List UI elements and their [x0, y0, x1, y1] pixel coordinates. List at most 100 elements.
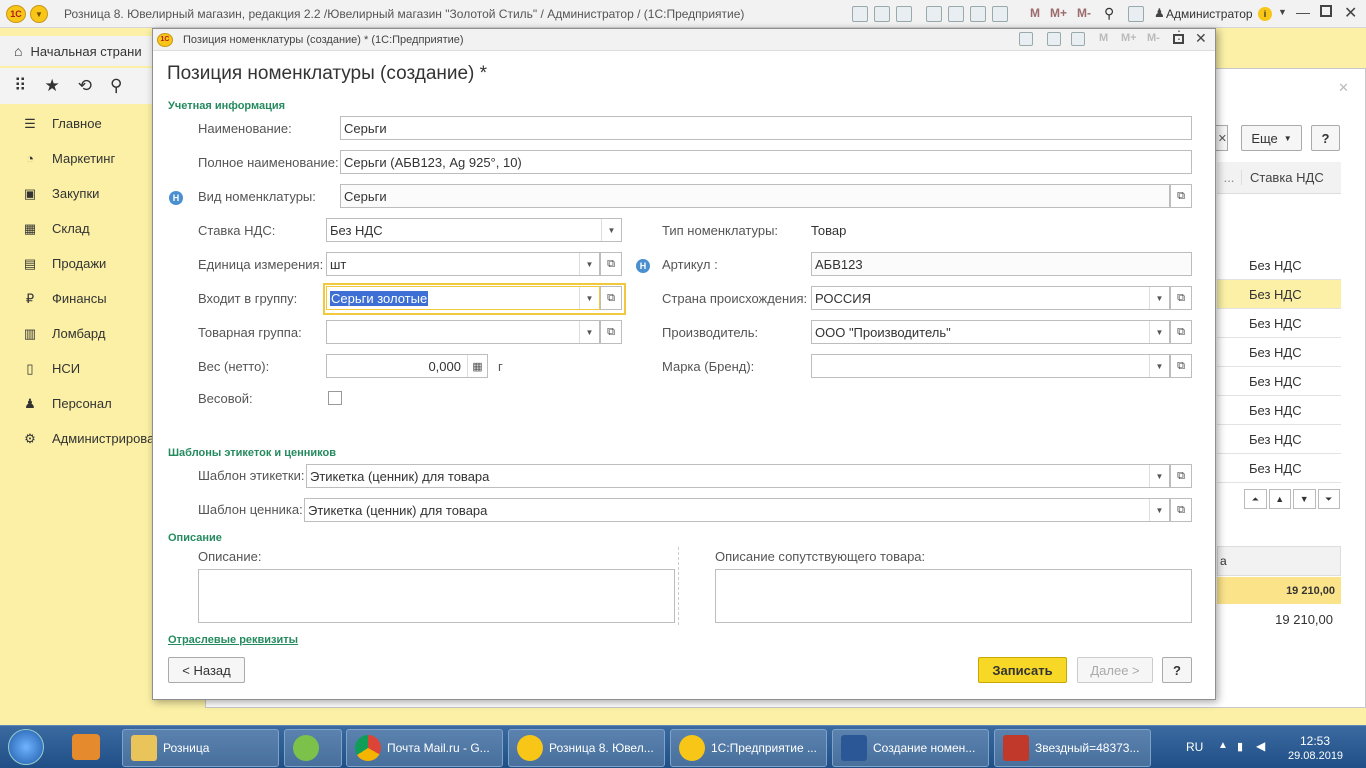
dialog-memory-mplus-button[interactable]: M+ — [1121, 32, 1137, 44]
table-row[interactable]: Без НДС — [1217, 309, 1341, 338]
task-messenger[interactable] — [284, 729, 342, 767]
search-icon[interactable]: ⚲ — [110, 76, 122, 96]
save-icon[interactable] — [852, 6, 868, 22]
dialog-close-icon[interactable]: ✕ — [1195, 30, 1207, 47]
kind-input[interactable]: Серьги — [340, 184, 1170, 208]
scroll-down-icon[interactable]: ▼ — [1293, 489, 1316, 509]
price-template-select[interactable]: Этикетка (ценник) для товара ▼ — [304, 498, 1170, 522]
print-icon[interactable] — [874, 6, 890, 22]
bg-help-button[interactable]: ? — [1311, 125, 1340, 151]
task-1c-enterprise[interactable]: 1С:Предприятие ... — [670, 729, 827, 767]
favorites-icon[interactable]: ★ — [44, 76, 59, 96]
bg-total-selected[interactable]: 19 210,00 — [1217, 577, 1341, 604]
tray-arrow-icon[interactable]: ▲ — [1218, 740, 1228, 751]
chevron-down-icon[interactable]: ▼ — [579, 321, 599, 343]
clock-time[interactable]: 12:53 — [1300, 734, 1330, 748]
table-row[interactable]: Без НДС — [1217, 367, 1341, 396]
memory-m-button[interactable]: M — [1030, 6, 1040, 20]
next-button[interactable]: Далее > — [1077, 657, 1153, 683]
media-player-icon[interactable] — [72, 734, 100, 760]
dialog-memory-mminus-button[interactable]: M- — [1147, 32, 1160, 44]
apps-grid-icon[interactable]: ⠿ — [14, 76, 26, 96]
calendar-icon[interactable] — [992, 6, 1008, 22]
vat-select[interactable]: Без НДС ▼ — [326, 218, 622, 242]
dialog-calendar-icon[interactable] — [1071, 32, 1085, 46]
dialog-maximize-icon[interactable] — [1173, 34, 1184, 44]
history-icon[interactable]: ⟲ — [78, 76, 92, 96]
link-icon[interactable] — [926, 6, 942, 22]
section-description[interactable]: Описание — [168, 532, 222, 544]
home-page-tab[interactable]: ⌂ Начальная страни — [0, 36, 155, 66]
calculator-icon[interactable] — [970, 6, 986, 22]
unit-select[interactable]: шт ▼ — [326, 252, 600, 276]
chevron-down-icon[interactable]: ▼ — [579, 287, 599, 309]
save-button[interactable]: Записать — [978, 657, 1067, 683]
task-1c-retail[interactable]: Розница 8. Ювел... — [508, 729, 665, 767]
preview-icon[interactable] — [896, 6, 912, 22]
bg-close-icon[interactable]: ✕ — [1338, 80, 1349, 96]
unit-open-button[interactable]: ⧉ — [600, 252, 622, 276]
bg-col-vat-header[interactable]: Ставка НДС — [1241, 170, 1324, 185]
article-input[interactable]: АБВ123 — [811, 252, 1192, 276]
table-row[interactable]: Без НДС — [1217, 454, 1341, 483]
start-button[interactable] — [8, 729, 44, 765]
zoom-icon[interactable]: ⚲ — [1104, 5, 1114, 22]
scroll-up-icon[interactable]: ▲ — [1268, 489, 1291, 509]
user-name[interactable]: Администратор — [1166, 7, 1253, 21]
description-splitter[interactable] — [678, 547, 679, 625]
goods-group-open-button[interactable]: ⧉ — [600, 320, 622, 344]
dialog-memory-m-button[interactable]: M — [1099, 32, 1108, 44]
panels-icon[interactable] — [1128, 6, 1144, 22]
info-icon[interactable]: i — [1258, 7, 1272, 21]
task-app[interactable]: Звездный=48373... — [994, 729, 1151, 767]
clock-date[interactable]: 29.08.2019 — [1288, 750, 1343, 762]
help-button[interactable]: ? — [1162, 657, 1192, 683]
group-select[interactable]: Серьги золотые ▼ — [326, 286, 600, 310]
section-accounting[interactable]: Учетная информация — [168, 100, 285, 112]
table-row[interactable]: Без НДС — [1217, 425, 1341, 454]
section-templates[interactable]: Шаблоны этикеток и ценников — [168, 447, 336, 459]
back-button[interactable]: < Назад — [168, 657, 245, 683]
maximize-icon[interactable] — [1320, 5, 1332, 17]
task-word[interactable]: Создание номен... — [832, 729, 989, 767]
more-button[interactable]: Еще ▼ — [1241, 125, 1302, 151]
chevron-down-icon[interactable]: ▼ — [601, 219, 621, 241]
kind-open-button[interactable]: ⧉ — [1170, 184, 1192, 208]
chevron-down-icon[interactable]: ▼ — [1149, 499, 1169, 521]
calculator-icon[interactable]: ▦ — [467, 355, 487, 377]
chevron-down-icon[interactable]: ▼ — [1149, 287, 1169, 309]
minimize-icon[interactable]: — — [1296, 4, 1310, 20]
price-template-open-button[interactable]: ⧉ — [1170, 498, 1192, 522]
description-textarea[interactable] — [198, 569, 675, 623]
article-hint-icon[interactable]: H — [636, 259, 650, 273]
info-dropdown-icon[interactable]: ▼ — [1278, 7, 1287, 17]
memory-mplus-button[interactable]: M+ — [1050, 6, 1067, 20]
kind-hint-icon[interactable]: H — [169, 191, 183, 205]
fullname-input[interactable]: Серьги (АБВ123, Ag 925°, 10) — [340, 150, 1192, 174]
table-row[interactable]: Без НДС — [1217, 396, 1341, 425]
bg-total-row[interactable]: 19 210,00 — [1217, 606, 1341, 633]
brand-open-button[interactable]: ⧉ — [1170, 354, 1192, 378]
brand-select[interactable]: ▼ — [811, 354, 1170, 378]
country-open-button[interactable]: ⧉ — [1170, 286, 1192, 310]
chevron-down-icon[interactable]: ▼ — [1149, 321, 1169, 343]
table-row-selected[interactable]: Без НДС — [1217, 280, 1341, 309]
weighted-checkbox[interactable] — [328, 391, 342, 405]
country-select[interactable]: РОССИЯ ▼ — [811, 286, 1170, 310]
group-open-button[interactable]: ⧉ — [600, 286, 622, 310]
weight-input[interactable]: 0,000 ▦ — [326, 354, 488, 378]
goods-group-select[interactable]: ▼ — [326, 320, 600, 344]
find-icon[interactable] — [948, 6, 964, 22]
scroll-top-icon[interactable]: ⏶ — [1244, 489, 1267, 509]
close-icon[interactable]: ✕ — [1344, 3, 1357, 23]
network-icon[interactable]: ▮ — [1237, 740, 1243, 753]
task-chrome[interactable]: Почта Mail.ru - G... — [346, 729, 503, 767]
chevron-down-icon[interactable]: ▼ — [1149, 465, 1169, 487]
language-indicator[interactable]: RU — [1186, 740, 1203, 754]
chevron-down-icon[interactable]: ▼ — [1149, 355, 1169, 377]
maker-select[interactable]: ООО "Производитель" ▼ — [811, 320, 1170, 344]
dialog-calculator-icon[interactable] — [1047, 32, 1061, 46]
name-input[interactable]: Серьги — [340, 116, 1192, 140]
volume-icon[interactable]: ◀ — [1256, 739, 1265, 753]
industry-attributes-link[interactable]: Отраслевые реквизиты — [168, 634, 298, 646]
